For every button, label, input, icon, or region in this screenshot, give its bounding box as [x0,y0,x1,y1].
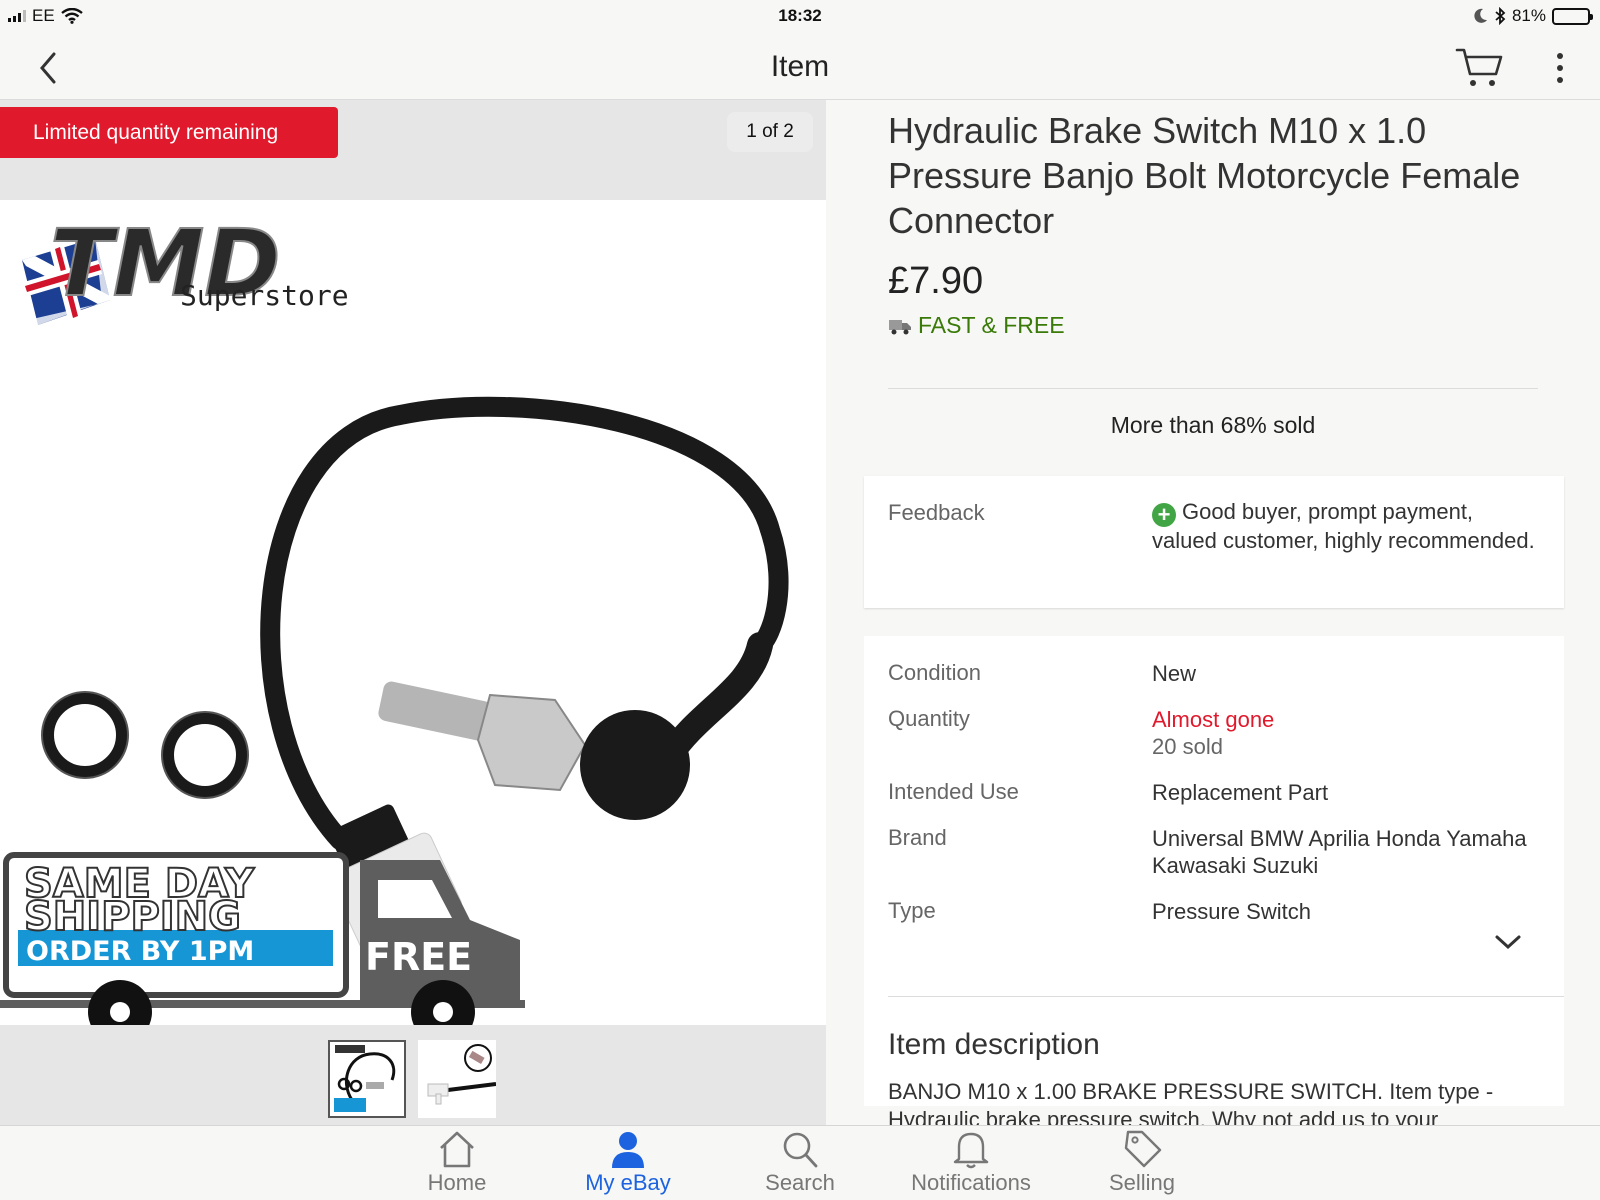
intended-use-value: Replacement Part [1152,780,1329,805]
logo-subtext: Superstore [180,279,349,312]
feedback-text: Good buyer, prompt payment, valued custo… [1152,499,1535,553]
tab-label: Notifications [911,1170,1031,1195]
banner-free: FREE [365,935,472,979]
tab-bar: Home My eBay Search Notifications Sellin… [0,1125,1600,1200]
feedback-value: + Good buyer, prompt payment, valued cust… [1152,498,1542,554]
page-title: Item [770,50,830,83]
tab-home[interactable]: Home [377,1128,537,1200]
brand-value: Universal BMW Aprilia Honda Yamaha Kawas… [1152,826,1527,878]
bluetooth-icon [1495,7,1506,25]
nav-bar: Item [0,34,1600,100]
brand-label: Brand [888,825,947,850]
shipping-info: FAST & FREE [888,312,1065,339]
feedback-label: Feedback [888,500,985,525]
limited-quantity-badge: Limited quantity remaining [0,107,338,158]
product-image[interactable]: TMD Superstore SAME DAY SHIPPING ORDER B… [0,200,826,1025]
tab-label: My eBay [585,1170,671,1195]
image-counter: 1 of 2 [727,112,813,152]
battery-icon [1552,7,1593,25]
divider [888,388,1538,389]
cart-icon[interactable] [1454,44,1504,90]
tab-label: Home [427,1170,487,1195]
thumbnail-1[interactable] [328,1040,406,1118]
tab-notifications[interactable]: Notifications [891,1128,1051,1200]
status-bar: EE 18:32 81% [0,0,1600,34]
brand-logo: TMD Superstore [22,209,349,325]
intended-use-label: Intended Use [888,779,1019,804]
status-right: 81% [1474,6,1593,26]
thumbnail-strip [0,1040,826,1120]
item-details: Hydraulic Brake Switch M10 x 1.0 Pressur… [826,100,1600,1125]
condition-value: New [1152,661,1197,686]
tag-icon [1124,1130,1162,1168]
home-icon [440,1131,474,1168]
more-vertical-icon[interactable] [1548,48,1572,88]
tab-my-ebay[interactable]: My eBay [548,1128,708,1200]
positive-feedback-icon: + [1152,503,1176,527]
banner-line2: SHIPPING [24,894,241,940]
feedback-card[interactable]: Feedback + Good buyer, prompt payment, va… [864,476,1564,608]
search-icon [783,1132,818,1168]
description-text: BANJO M10 x 1.00 BRAKE PRESSURE SWITCH. … [888,1079,1494,1125]
item-specifics-card[interactable]: Condition New Quantity Almost gone 20 so… [864,636,1564,1125]
quantity-value: Almost gone [1152,707,1275,732]
item-title: Hydraulic Brake Switch M10 x 1.0 Pressur… [888,110,1521,241]
tab-label: Search [765,1170,835,1195]
truck-icon [889,319,911,334]
shipping-banner: SAME DAY SHIPPING ORDER BY 1PM FREE [0,852,525,1025]
sold-info: More than 68% sold [1110,412,1316,438]
type-label: Type [888,898,936,923]
bell-icon [953,1132,989,1169]
clock: 18:32 [778,6,822,25]
chevron-down-icon[interactable] [1494,932,1522,952]
quantity-sold: 20 sold [1152,734,1223,759]
tab-selling[interactable]: Selling [1062,1128,1222,1200]
item-price: £7.90 [888,260,984,302]
product-photo: TMD Superstore SAME DAY SHIPPING ORDER B… [0,209,789,1025]
moon-icon [1474,8,1487,23]
image-gallery[interactable]: Limited quantity remaining 1 of 2 TMD Su… [0,100,826,1125]
person-icon [612,1132,644,1168]
description-heading: Item description [888,1028,1100,1061]
battery-percent: 81% [1511,6,1546,25]
banjo-bolt [378,681,690,820]
thumbnail-2[interactable] [418,1040,497,1118]
tab-label: Selling [1108,1170,1176,1195]
shipping-label: FAST & FREE [918,312,1065,338]
type-value: Pressure Switch [1152,899,1311,924]
tab-search[interactable]: Search [720,1128,880,1200]
divider [888,996,1564,997]
quantity-label: Quantity [888,706,970,731]
condition-label: Condition [888,660,981,685]
banner-line3: ORDER BY 1PM [26,936,254,967]
